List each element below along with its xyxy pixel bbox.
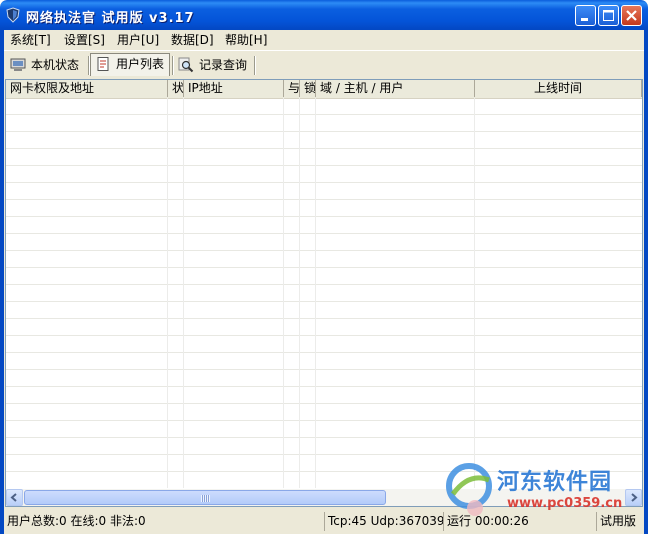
menu-bar: 系统[T] 设置[S] 用户[U] 数据[D] 帮助[H] bbox=[4, 30, 644, 49]
maximize-button[interactable] bbox=[598, 5, 619, 26]
grid-row-line bbox=[6, 216, 642, 217]
grid-row-line bbox=[6, 284, 642, 285]
user-list-table[interactable]: 网卡权限及地址 状 IP地址 与 锁 域 / 主机 / 用户 上线时间 bbox=[5, 79, 643, 507]
tab-local-status[interactable]: 本机状态 bbox=[6, 55, 86, 76]
column-header-domain-host-user[interactable]: 域 / 主机 / 用户 bbox=[316, 80, 475, 97]
table-header: 网卡权限及地址 状 IP地址 与 锁 域 / 主机 / 用户 上线时间 bbox=[6, 80, 642, 99]
menu-system[interactable]: 系统[T] bbox=[7, 32, 54, 48]
tab-separator bbox=[254, 56, 255, 75]
status-bar: 用户总数:0 在线:0 非法:0 Tcp:45 Udp:3670392 运行 0… bbox=[4, 509, 644, 534]
main-window: 网络执法官 试用版 v3.17 系统[T] 设置[S] 用户[U] 数据[D] … bbox=[0, 0, 648, 534]
scroll-thumb[interactable] bbox=[24, 490, 386, 505]
menu-data[interactable]: 数据[D] bbox=[168, 32, 217, 48]
grid-row-line bbox=[6, 165, 642, 166]
app-shield-icon bbox=[6, 7, 20, 23]
column-header-online-time[interactable]: 上线时间 bbox=[475, 80, 642, 97]
grid-row-line bbox=[6, 454, 642, 455]
grid-row-line bbox=[6, 233, 642, 234]
grid-column-line bbox=[283, 98, 284, 488]
menu-help[interactable]: 帮助[H] bbox=[222, 32, 270, 48]
scroll-left-button[interactable] bbox=[6, 489, 23, 506]
table-body bbox=[6, 98, 642, 488]
grid-row-line bbox=[6, 471, 642, 472]
grid-column-line bbox=[474, 98, 475, 488]
status-edition: 试用版 bbox=[596, 512, 644, 531]
close-icon bbox=[626, 10, 637, 21]
column-header-status[interactable]: 状 bbox=[168, 80, 184, 97]
status-user-counts: 用户总数:0 在线:0 非法:0 bbox=[7, 514, 146, 528]
column-header-lock[interactable]: 锁 bbox=[300, 80, 316, 97]
grid-row-line bbox=[6, 267, 642, 268]
minimize-icon bbox=[581, 18, 588, 21]
magnifier-icon bbox=[178, 57, 194, 73]
document-icon bbox=[97, 57, 109, 71]
grid-row-line bbox=[6, 437, 642, 438]
window-border-right bbox=[644, 30, 648, 534]
computer-icon bbox=[10, 58, 26, 71]
tab-user-list[interactable]: 用户列表 bbox=[90, 53, 170, 76]
grid-row-line bbox=[6, 318, 642, 319]
maximize-icon bbox=[603, 10, 614, 21]
window-border-left bbox=[0, 30, 4, 534]
grid-row-line bbox=[6, 420, 642, 421]
grid-row-line bbox=[6, 199, 642, 200]
menu-settings[interactable]: 设置[S] bbox=[61, 32, 108, 48]
grid-row-line bbox=[6, 131, 642, 132]
grid-column-line bbox=[183, 98, 184, 488]
grid-row-line bbox=[6, 301, 642, 302]
tab-bar: 本机状态 用户列表 记录查询 bbox=[4, 50, 644, 78]
tab-separator bbox=[88, 56, 89, 75]
window-title: 网络执法官 试用版 v3.17 bbox=[26, 11, 195, 26]
tab-label: 记录查询 bbox=[199, 58, 248, 72]
grid-column-line bbox=[299, 98, 300, 488]
grid-row-line bbox=[6, 352, 642, 353]
grid-row-line bbox=[6, 335, 642, 336]
column-header-group[interactable]: 与 bbox=[284, 80, 300, 97]
title-bar[interactable]: 网络执法官 试用版 v3.17 bbox=[0, 0, 648, 30]
arrow-right-icon bbox=[631, 493, 638, 502]
status-traffic: Tcp:45 Udp:3670392 bbox=[324, 512, 443, 531]
grid-row-line bbox=[6, 386, 642, 387]
minimize-button[interactable] bbox=[575, 5, 596, 26]
grid-column-line bbox=[167, 98, 168, 488]
status-uptime: 运行 00:00:26 bbox=[443, 512, 596, 531]
grip-icon bbox=[201, 495, 210, 502]
horizontal-scrollbar[interactable] bbox=[6, 489, 642, 506]
grid-row-line bbox=[6, 114, 642, 115]
arrow-left-icon bbox=[10, 493, 17, 502]
menu-users[interactable]: 用户[U] bbox=[114, 32, 162, 48]
grid-row-line bbox=[6, 369, 642, 370]
scroll-right-button[interactable] bbox=[625, 489, 642, 506]
column-header-ip[interactable]: IP地址 bbox=[184, 80, 284, 97]
column-header-nic[interactable]: 网卡权限及地址 bbox=[6, 80, 168, 97]
grid-row-line bbox=[6, 403, 642, 404]
grid-column-line bbox=[315, 98, 316, 488]
grid-row-line bbox=[6, 148, 642, 149]
close-button[interactable] bbox=[621, 5, 642, 26]
grid-row-line bbox=[6, 250, 642, 251]
tab-separator bbox=[172, 56, 173, 75]
tab-label: 本机状态 bbox=[31, 58, 80, 72]
grid-row-line bbox=[6, 182, 642, 183]
tab-record-query[interactable]: 记录查询 bbox=[174, 55, 254, 76]
tab-label: 用户列表 bbox=[116, 57, 165, 71]
